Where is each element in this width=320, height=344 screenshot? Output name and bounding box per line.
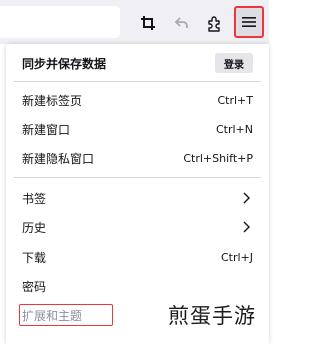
watermark-text: 煎蛋手游 — [168, 304, 256, 328]
menu-item-downloads[interactable]: 下载 Ctrl+J — [22, 246, 253, 268]
menu-item-new-private-window[interactable]: 新建隐私窗口 Ctrl+Shift+P — [22, 147, 253, 169]
app-menu-button[interactable] — [234, 6, 264, 38]
chevron-right-icon — [241, 221, 253, 233]
menu-item-passwords[interactable]: 密码 — [22, 275, 253, 297]
sync-title: 同步并保存数据 — [22, 56, 107, 71]
shortcut-text: Ctrl+T — [217, 93, 253, 107]
menu-item-label: 下载 — [22, 250, 47, 265]
menu-item-label: 密码 — [22, 279, 47, 294]
chevron-right-icon — [241, 192, 253, 204]
menu-item-label: 新建窗口 — [22, 122, 71, 137]
menu-item-new-window[interactable]: 新建窗口 Ctrl+N — [22, 118, 253, 140]
shortcut-text: Ctrl+Shift+P — [183, 151, 253, 165]
sync-row: 同步并保存数据 登录 — [22, 52, 253, 74]
app-menu-panel: 同步并保存数据 登录 新建标签页 Ctrl+T 新建窗口 Ctrl+N 新建隐私… — [6, 44, 269, 344]
divider — [14, 81, 261, 82]
extensions-icon — [208, 16, 220, 32]
menu-item-label: 书签 — [22, 191, 47, 206]
shortcut-text: Ctrl+N — [215, 122, 253, 136]
shortcut-text: Ctrl+J — [220, 250, 253, 264]
menu-item-new-tab[interactable]: 新建标签页 Ctrl+T — [22, 89, 253, 111]
menu-item-history[interactable]: 历史 — [22, 216, 253, 238]
menu-item-bookmarks[interactable]: 书签 — [22, 187, 253, 209]
menu-item-label: 扩展和主题 — [22, 308, 83, 323]
address-bar[interactable] — [0, 6, 120, 38]
menu-item-label: 历史 — [22, 220, 47, 235]
browser-toolbar — [0, 0, 269, 44]
divider — [14, 177, 261, 178]
login-button[interactable]: 登录 — [215, 53, 253, 73]
extensions-button[interactable] — [202, 10, 228, 36]
menu-item-label: 新建标签页 — [22, 93, 83, 108]
menu-item-label: 新建隐私窗口 — [22, 151, 95, 166]
screenshot-crop-button[interactable] — [135, 10, 161, 36]
undo-button[interactable] — [169, 10, 195, 36]
hamburger-menu-icon — [242, 17, 256, 27]
crop-icon — [141, 16, 155, 30]
undo-icon — [174, 17, 188, 28]
